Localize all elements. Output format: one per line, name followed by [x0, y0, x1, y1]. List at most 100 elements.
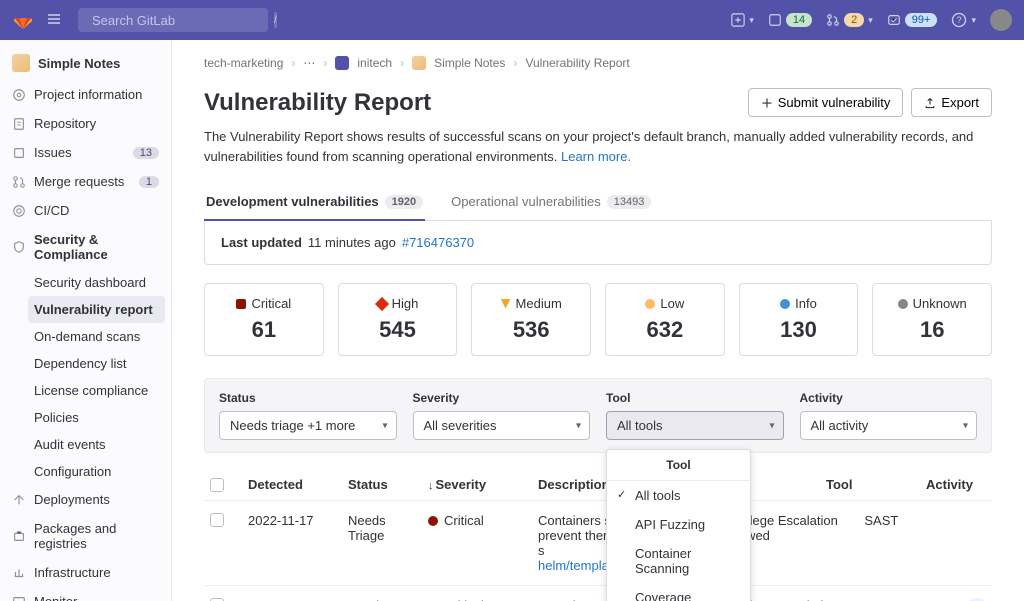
- tab-operational-vulnerabilities[interactable]: Operational vulnerabilities13493: [449, 184, 653, 221]
- sidebar-item-deployments[interactable]: Deployments: [0, 485, 171, 514]
- svg-text:?: ?: [957, 15, 962, 25]
- nav-icon: [12, 529, 26, 543]
- col-activity[interactable]: Activity: [926, 477, 986, 492]
- tool-filter-select[interactable]: All tools: [606, 411, 784, 440]
- col-status[interactable]: Status: [348, 477, 418, 492]
- tool-option-container-scanning[interactable]: Container Scanning: [607, 539, 750, 583]
- severity-card-high[interactable]: High545: [338, 283, 458, 356]
- cell-severity: Critical: [428, 513, 528, 528]
- help-menu[interactable]: ? ▾: [951, 12, 976, 28]
- status-filter-label: Status: [219, 391, 397, 405]
- breadcrumb-group[interactable]: initech: [357, 56, 392, 70]
- severity-dot-icon: [375, 296, 389, 310]
- severity-card-medium[interactable]: Medium536: [471, 283, 591, 356]
- select-all-checkbox[interactable]: [210, 478, 224, 492]
- activity-filter-select[interactable]: All activity: [800, 411, 978, 440]
- search-input[interactable]: [92, 13, 268, 28]
- project-header[interactable]: Simple Notes: [0, 46, 171, 80]
- severity-card-info[interactable]: Info130: [739, 283, 859, 356]
- create-menu[interactable]: ▾: [731, 13, 754, 27]
- merge-requests-shortcut[interactable]: 2 ▾: [826, 13, 873, 27]
- cell-tool: SAST: [864, 513, 954, 528]
- row-checkbox[interactable]: [210, 513, 224, 527]
- sidebar-item-project-information[interactable]: Project information: [0, 80, 171, 109]
- col-severity[interactable]: ↓Severity: [428, 477, 528, 492]
- page-title: Vulnerability Report: [204, 89, 431, 117]
- group-avatar-icon: [335, 56, 349, 70]
- sidebar-subitem-security-dashboard[interactable]: Security dashboard: [28, 269, 171, 296]
- page-description: The Vulnerability Report shows results o…: [204, 127, 992, 166]
- user-avatar[interactable]: [990, 9, 1012, 31]
- search-shortcut-hint: /: [274, 12, 277, 28]
- severity-filter-label: Severity: [413, 391, 591, 405]
- sidebar-subitem-policies[interactable]: Policies: [28, 404, 171, 431]
- sidebar-subitem-audit-events[interactable]: Audit events: [28, 431, 171, 458]
- sidebar-subitem-configuration[interactable]: Configuration: [28, 458, 171, 485]
- export-button[interactable]: Export: [911, 88, 992, 117]
- nav-icon: [12, 117, 26, 131]
- issues-shortcut[interactable]: 14: [768, 13, 812, 27]
- status-filter-select[interactable]: Needs triage +1 more: [219, 411, 397, 440]
- issues-icon: [768, 13, 782, 27]
- col-detected[interactable]: Detected: [248, 477, 338, 492]
- breadcrumb-root[interactable]: tech-marketing: [204, 56, 283, 70]
- sidebar-item-merge-requests[interactable]: Merge requests1: [0, 167, 171, 196]
- nav-icon: [12, 175, 26, 189]
- nav-icon: [12, 146, 26, 160]
- tool-option-api-fuzzing[interactable]: API Fuzzing: [607, 510, 750, 539]
- tab-development-vulnerabilities[interactable]: Development vulnerabilities1920: [204, 184, 425, 221]
- table-row: 2022-11-17 Needs Triage Critical Contain…: [204, 586, 992, 601]
- todos-icon: [887, 13, 901, 27]
- severity-card-unknown[interactable]: Unknown16: [872, 283, 992, 356]
- sidebar-item-monitor[interactable]: Monitor: [0, 587, 171, 601]
- global-search[interactable]: /: [78, 8, 268, 32]
- sidebar-subitem-license-compliance[interactable]: License compliance: [28, 377, 171, 404]
- sidebar-subitem-vulnerability-report[interactable]: Vulnerability report: [28, 296, 165, 323]
- nav-icon: [12, 204, 26, 218]
- plus-icon: [761, 97, 773, 109]
- breadcrumb: tech-marketing › ⋯ › initech › Simple No…: [204, 56, 992, 70]
- severity-dot-icon: [236, 299, 246, 309]
- table-row: 2022-11-17 Needs Triage Critical Contain…: [204, 501, 992, 586]
- sidebar-subitem-on-demand-scans[interactable]: On-demand scans: [28, 323, 171, 350]
- project-name: Simple Notes: [38, 56, 120, 71]
- todos-shortcut[interactable]: 99+: [887, 13, 938, 27]
- breadcrumb-page[interactable]: Vulnerability Report: [525, 56, 629, 70]
- sidebar-item-security-compliance[interactable]: Security & Compliance: [0, 225, 171, 269]
- learn-more-link[interactable]: Learn more.: [561, 149, 631, 164]
- table-header-row: Detected Status ↓Severity Description Id…: [204, 469, 992, 501]
- breadcrumb-ellipsis[interactable]: ⋯: [303, 56, 315, 70]
- severity-card-low[interactable]: Low632: [605, 283, 725, 356]
- tool-option-all-tools[interactable]: All tools: [607, 481, 750, 510]
- col-tool[interactable]: Tool: [826, 477, 916, 492]
- tool-option-coverage-fuzzing[interactable]: Coverage Fuzzing: [607, 583, 750, 601]
- nav-icon: [12, 595, 26, 601]
- hamburger-menu-icon[interactable]: [42, 7, 66, 34]
- nav-icon: [12, 566, 26, 580]
- sidebar-item-packages-and-registries[interactable]: Packages and registries: [0, 514, 171, 558]
- sidebar-item-issues[interactable]: Issues13: [0, 138, 171, 167]
- severity-card-critical[interactable]: Critical61: [204, 283, 324, 356]
- last-updated-bar: Last updated 11 minutes ago #716476370: [204, 221, 992, 265]
- sidebar-subitem-dependency-list[interactable]: Dependency list: [28, 350, 171, 377]
- help-icon: ?: [951, 12, 967, 28]
- submit-vulnerability-button[interactable]: Submit vulnerability: [748, 88, 904, 117]
- main-content: tech-marketing › ⋯ › initech › Simple No…: [172, 40, 1024, 601]
- project-avatar-small-icon: [412, 56, 426, 70]
- vulnerability-tabs: Development vulnerabilities1920 Operation…: [204, 184, 992, 221]
- severity-filter-select[interactable]: All severities: [413, 411, 591, 440]
- cell-status: Needs Triage: [348, 513, 418, 543]
- severity-dot-icon: [898, 299, 908, 309]
- gitlab-logo-icon[interactable]: [12, 9, 34, 31]
- dropdown-header: Tool: [607, 450, 750, 481]
- sidebar-item-repository[interactable]: Repository: [0, 109, 171, 138]
- merge-request-icon: [826, 13, 840, 27]
- sidebar-item-ci-cd[interactable]: CI/CD: [0, 196, 171, 225]
- breadcrumb-project[interactable]: Simple Notes: [434, 56, 505, 70]
- sidebar-item-infrastructure[interactable]: Infrastructure: [0, 558, 171, 587]
- pipeline-link[interactable]: #716476370: [402, 235, 474, 250]
- tool-filter-label: Tool: [606, 391, 784, 405]
- filter-bar: Status Needs triage +1 more Severity All…: [204, 378, 992, 453]
- vulnerability-table: Detected Status ↓Severity Description Id…: [204, 469, 992, 601]
- tool-filter-dropdown: Tool All toolsAPI FuzzingContainer Scann…: [606, 449, 751, 601]
